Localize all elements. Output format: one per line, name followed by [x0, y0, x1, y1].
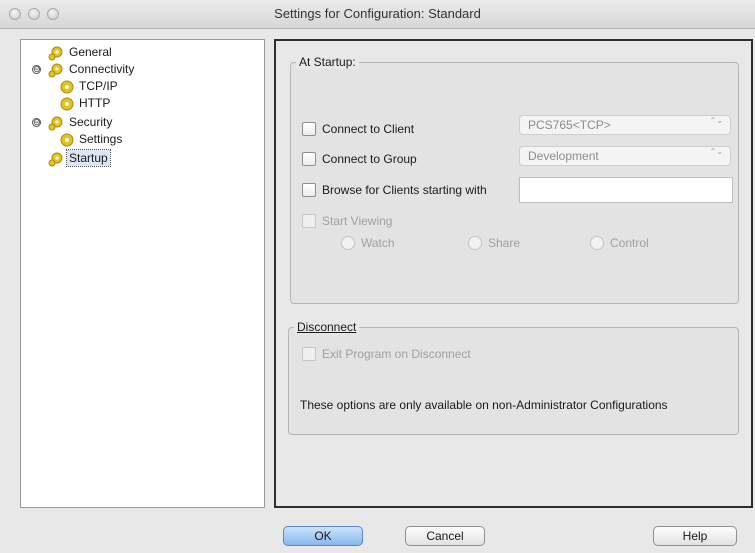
title-bar: Settings for Configuration: Standard [0, 0, 755, 29]
settings-tree[interactable]: General ⊖ Connectivity TCP/IP HTTP ⊖ Sec… [20, 39, 265, 508]
gear-icon [48, 46, 63, 61]
connect-to-group-label: Connect to Group [322, 152, 417, 166]
tree-item-label: Security [69, 115, 113, 129]
settings-panel: At Startup: Connect to Client PCS765<TCP… [274, 39, 753, 508]
availability-note: These options are only available on non-… [300, 398, 668, 412]
client-select[interactable]: PCS765<TCP> ⌃⌄ [519, 115, 731, 135]
collapse-icon[interactable]: ⊖ [32, 118, 41, 127]
startup-group-legend: At Startup: [296, 55, 359, 69]
browse-prefix-input[interactable] [519, 177, 733, 203]
connect-to-client-checkbox[interactable] [302, 122, 316, 136]
group-select-value: Development [528, 149, 599, 163]
collapse-icon[interactable]: ⊖ [32, 65, 41, 74]
control-radio[interactable] [590, 236, 604, 250]
gear-icon [60, 97, 74, 111]
share-radio[interactable] [468, 236, 482, 250]
ok-button[interactable]: OK [283, 526, 363, 546]
gear-icon [48, 152, 63, 167]
control-radio-label: Control [610, 236, 649, 250]
gear-icon [60, 80, 74, 94]
tree-item-label: Settings [79, 132, 123, 146]
connect-to-group-checkbox[interactable] [302, 152, 316, 166]
select-arrows-icon: ⌃⌄ [709, 116, 723, 125]
select-arrows-icon: ⌃⌄ [709, 147, 723, 156]
tree-item-label: HTTP [79, 96, 111, 110]
share-radio-label: Share [488, 236, 521, 250]
tree-item-label: Connectivity [69, 62, 135, 76]
help-button[interactable]: Help [653, 526, 737, 546]
gear-icon [60, 133, 74, 147]
gear-icon [48, 63, 63, 78]
disconnect-group-legend: Disconnect [294, 320, 360, 334]
browse-clients-checkbox[interactable] [302, 183, 316, 197]
disconnect-group: Disconnect Exit Program on Disconnect Th… [288, 320, 739, 435]
client-select-value: PCS765<TCP> [528, 118, 611, 132]
tree-item-label: General [69, 45, 112, 59]
watch-radio-label: Watch [361, 236, 395, 250]
gear-icon [48, 116, 63, 131]
exit-on-disconnect-checkbox[interactable] [302, 347, 316, 361]
cancel-button[interactable]: Cancel [405, 526, 485, 546]
connect-to-client-label: Connect to Client [322, 122, 415, 136]
watch-radio[interactable] [341, 236, 355, 250]
exit-on-disconnect-label: Exit Program on Disconnect [322, 347, 471, 361]
group-select[interactable]: Development ⌃⌄ [519, 146, 731, 166]
tree-item-label: Startup [66, 149, 111, 167]
window-title: Settings for Configuration: Standard [274, 6, 481, 21]
tree-item-label: TCP/IP [79, 79, 118, 93]
start-viewing-label: Start Viewing [322, 214, 393, 228]
startup-group: At Startup: Connect to Client PCS765<TCP… [290, 55, 739, 304]
browse-clients-label: Browse for Clients starting with [322, 183, 487, 197]
start-viewing-checkbox[interactable] [302, 214, 316, 228]
